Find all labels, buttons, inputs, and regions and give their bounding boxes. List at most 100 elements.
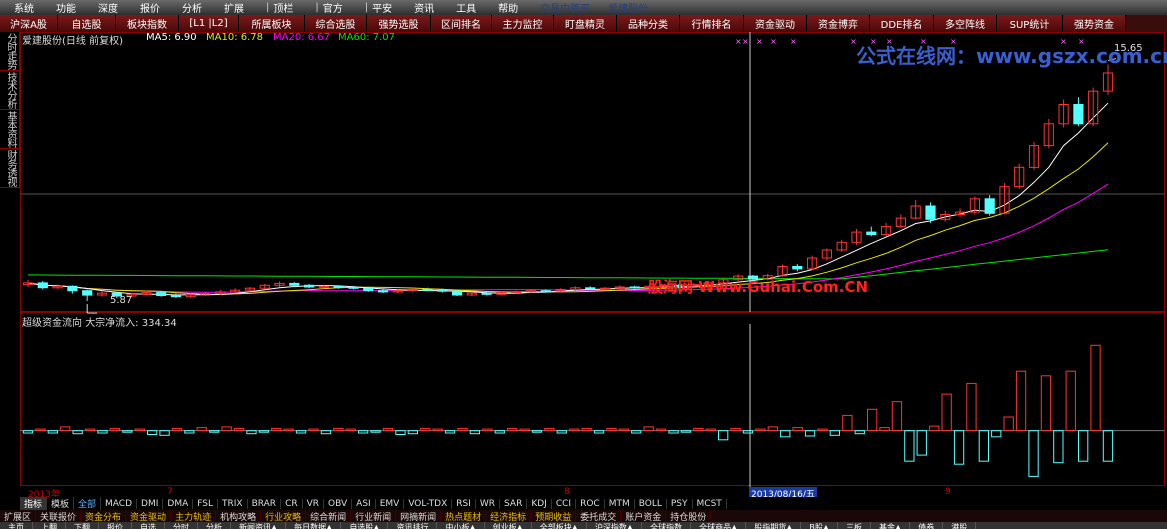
info-tab[interactable]: 机构攻略 <box>216 509 262 523</box>
top-tab[interactable]: 区间排名 <box>431 15 492 32</box>
indicator-tab[interactable]: CR <box>281 498 303 509</box>
indicator-tab[interactable]: ASI <box>352 498 376 509</box>
bottom-nav-tab[interactable]: 创业板▲ <box>485 522 532 529</box>
indicator-tab[interactable]: RSI <box>452 498 476 509</box>
bottom-nav-tab[interactable]: 港股 <box>943 522 977 529</box>
indicator-tab[interactable]: ROC <box>576 498 605 509</box>
bottom-nav-tab[interactable]: 分时 <box>165 522 198 529</box>
info-tab[interactable]: 行业新闻 <box>351 509 397 523</box>
chart-canvas[interactable]: × × × × × × × × × × × × <box>20 32 1165 487</box>
indicator-tab[interactable]: CCI <box>552 498 577 509</box>
indicator-tab[interactable]: MCST <box>693 498 727 509</box>
kline-chart[interactable]: × × × × × × × × × × × × 爱建股份(日线 前复权) MA5: 6.90 MA10… <box>20 32 1167 487</box>
top-tab[interactable]: 品种分类 <box>617 15 680 32</box>
top-tab[interactable]: 行情排名 <box>680 15 744 32</box>
bottom-nav-tab[interactable]: 新闻资讯▲ <box>231 522 287 529</box>
indicator-tab[interactable]: EMV <box>376 498 405 509</box>
side-tab[interactable]: 技术分析 <box>0 71 20 110</box>
indicator-tab[interactable]: VR <box>303 498 325 509</box>
bottom-nav-tab[interactable]: 报价 <box>99 522 132 529</box>
indicator-tab[interactable]: WR <box>476 498 501 509</box>
info-tab[interactable]: 网摘新闻 <box>396 509 442 523</box>
side-tab[interactable]: 基本资料 <box>0 110 20 149</box>
top-tab[interactable]: SUP统计 <box>997 15 1063 32</box>
indicator-tab[interactable]: BRAR <box>248 498 282 509</box>
top-tab[interactable]: [L1 |L2] <box>179 15 239 32</box>
menu-item[interactable]: 顶栏 <box>273 0 293 15</box>
bottom-nav-tab[interactable]: 全球商品▲ <box>691 522 747 529</box>
bottom-nav-tab[interactable]: 上翻 <box>33 522 66 529</box>
indicator-tab[interactable]: FSL <box>193 498 218 509</box>
info-tab[interactable]: 持仓股份 <box>666 509 712 523</box>
menu-item[interactable]: 资讯 <box>414 0 434 15</box>
bottom-nav-tab[interactable]: 下翻 <box>66 522 99 529</box>
bottom-nav-tab[interactable]: B股▲ <box>801 522 839 529</box>
top-tab[interactable]: 综合选股 <box>305 15 367 32</box>
menu-item[interactable]: 报价 <box>140 0 160 15</box>
info-tab[interactable]: 预期收益 <box>531 509 577 523</box>
info-tab[interactable]: 委托成交 <box>576 509 622 523</box>
indicator-tab[interactable]: TRIX <box>218 498 248 509</box>
indicator-tab[interactable]: OBV <box>324 498 353 509</box>
menu-item[interactable]: 系统 <box>14 0 34 15</box>
info-tab[interactable]: 扩展区 <box>0 509 37 523</box>
info-tab[interactable]: 经济指标 <box>486 509 532 523</box>
indicator-tab[interactable]: SAR <box>500 498 528 509</box>
menu-item[interactable]: 官方 <box>323 0 343 15</box>
top-tab[interactable]: DDE排名 <box>870 15 934 32</box>
bottom-nav-tab[interactable]: 自选股▲ <box>341 522 389 529</box>
bottom-nav-tab[interactable]: 全球指数 <box>642 522 692 529</box>
top-tab[interactable]: 沪深A股 <box>0 15 58 32</box>
indicator-tab[interactable]: MACD <box>101 498 138 509</box>
menu-item[interactable]: 帮助 <box>498 0 518 15</box>
menu-item[interactable]: 功能 <box>56 0 76 15</box>
indicator-tab[interactable]: DMI <box>137 498 164 509</box>
top-tab[interactable]: 强势选股 <box>367 15 431 32</box>
menu-item[interactable]: 工具 <box>456 0 476 15</box>
bottom-nav-tab[interactable]: 资讯排行 <box>388 522 438 529</box>
top-tab[interactable]: 多空阵线 <box>934 15 997 32</box>
top-tab[interactable]: 所属板块 <box>239 15 305 32</box>
menu-item[interactable]: 扩展 <box>224 0 244 15</box>
bottom-nav-tab[interactable]: 自选 <box>132 522 165 529</box>
menu-item[interactable]: 分析 <box>182 0 202 15</box>
bottom-nav-tab[interactable]: 债券 <box>910 522 944 529</box>
bottom-nav-tab[interactable]: 基金▲ <box>871 522 911 529</box>
info-tab[interactable]: 账户资金 <box>621 509 667 523</box>
top-tab[interactable]: 自选股 <box>58 15 116 32</box>
bottom-nav-tab[interactable]: 中小板▲ <box>437 522 485 529</box>
info-tab[interactable]: 关联报价 <box>36 509 82 523</box>
bottom-nav-tab[interactable]: 每日数据▲ <box>286 522 342 529</box>
bottom-nav-tab[interactable]: 三板 <box>838 522 872 529</box>
top-tab[interactable]: 主力监控 <box>492 15 554 32</box>
info-tab[interactable]: 主力轨迹 <box>171 509 217 523</box>
info-tab[interactable]: 综合新闻 <box>306 509 352 523</box>
info-tab[interactable]: 行业攻略 <box>261 509 307 523</box>
bottom-nav-tab[interactable]: 全部板块▲ <box>532 522 587 529</box>
side-tab[interactable]: 财务透视 <box>0 149 20 188</box>
info-tab[interactable]: 热点题材 <box>441 509 487 523</box>
bottom-nav-tab[interactable]: 股指期货▲ <box>746 522 802 529</box>
indicator-tab[interactable]: VOL-TDX <box>404 498 453 509</box>
indicator-tab[interactable]: MTM <box>605 498 635 509</box>
top-tab[interactable]: 板块指数 <box>116 15 179 32</box>
info-tab[interactable]: 资金分布 <box>81 509 127 523</box>
bottom-nav-tab[interactable]: 分析 <box>198 522 231 529</box>
indicator-tab[interactable]: BOLL <box>635 498 667 509</box>
indicator-tab[interactable]: 全部 <box>74 497 102 510</box>
menu-item[interactable]: 深度 <box>98 0 118 15</box>
top-tab[interactable]: 资金博弈 <box>807 15 870 32</box>
top-tab[interactable]: 强势资金 <box>1063 15 1126 32</box>
bottom-nav-tab[interactable]: 主页 <box>0 522 33 529</box>
bottom-nav-tab[interactable]: 沪深指数▲ <box>587 522 643 529</box>
indicator-tab[interactable]: KDJ <box>527 498 552 509</box>
top-tab[interactable]: 盯盘精灵 <box>554 15 617 32</box>
info-tab[interactable]: 资金驱动 <box>126 509 172 523</box>
top-tab[interactable]: 资金驱动 <box>744 15 807 32</box>
menu-item[interactable]: 平安 <box>372 0 392 15</box>
side-tab[interactable]: 分时走势 <box>0 32 20 71</box>
indicator-tab[interactable]: 指标 <box>20 497 48 510</box>
indicator-tab[interactable]: PSY <box>667 498 693 509</box>
indicator-tab[interactable]: 模板 <box>47 497 75 510</box>
indicator-tab[interactable]: DMA <box>163 498 194 509</box>
